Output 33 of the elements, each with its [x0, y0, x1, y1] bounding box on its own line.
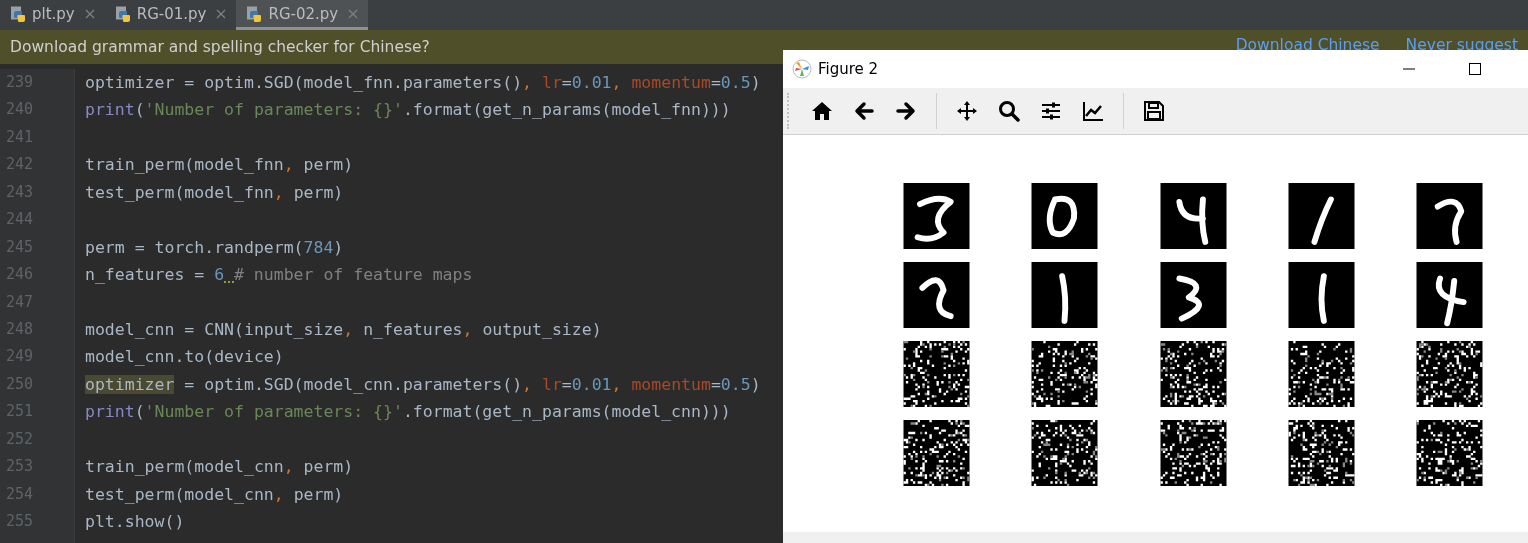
move-icon[interactable] — [955, 99, 979, 123]
code-line: print('Number of parameters: {}'.format(get_n_params(model_cnn))) — [85, 401, 732, 424]
back-arrow-icon[interactable] — [852, 99, 876, 123]
notification-link[interactable]: Download Chinese — [1235, 36, 1380, 54]
code-line: train_perm(model_cnn, perm) — [85, 456, 355, 479]
code-line: model_cnn.to(device) — [85, 346, 285, 369]
code-line: train_perm(model_fnn, perm) — [85, 154, 355, 177]
notification-message: Download grammar and spelling checker for Chinese? — [10, 38, 430, 56]
code-line: perm = torch.randperm(784) — [85, 236, 345, 259]
window-title: Figure 2 — [818, 60, 879, 78]
file-tab[interactable]: RG-01.py — [104, 0, 237, 30]
search-icon[interactable] — [997, 99, 1021, 123]
code-line: test_perm(model_fnn, perm) — [85, 181, 345, 204]
code-line: model_cnn = CNN(input_size, n_features, output_size) — [85, 318, 603, 341]
code-line: optimizer = optim.SGD(model_cnn.parameters(), lr=0.01, momentum=0.5) — [85, 373, 761, 396]
file-tab[interactable]: RG-02.py — [236, 0, 369, 30]
logo-icon — [792, 59, 812, 79]
save-icon[interactable] — [1142, 99, 1166, 123]
code-line: plt.show() — [85, 511, 186, 533]
code-line: n_features = 6 # number of feature maps — [85, 264, 474, 287]
close-icon[interactable] — [216, 8, 227, 19]
line-chart-icon[interactable] — [1081, 99, 1105, 123]
python-file-icon — [10, 5, 26, 22]
python-file-icon — [114, 5, 131, 22]
file-tab[interactable]: plt.py — [0, 0, 105, 30]
code-line: test_perm(model_cnn, perm) — [85, 483, 345, 506]
code-line: print('Number of parameters: {}'.format(get_n_params(model_fnn))) — [85, 99, 732, 122]
maximize-icon[interactable] — [1468, 62, 1482, 76]
forward-arrow-icon[interactable] — [894, 99, 918, 123]
close-icon[interactable] — [84, 8, 95, 19]
python-file-icon — [246, 5, 263, 22]
home-icon[interactable] — [810, 99, 834, 123]
code-line: optimizer = optim.SGD(model_fnn.parameters(), lr=0.01, momentum=0.5) — [85, 72, 761, 94]
